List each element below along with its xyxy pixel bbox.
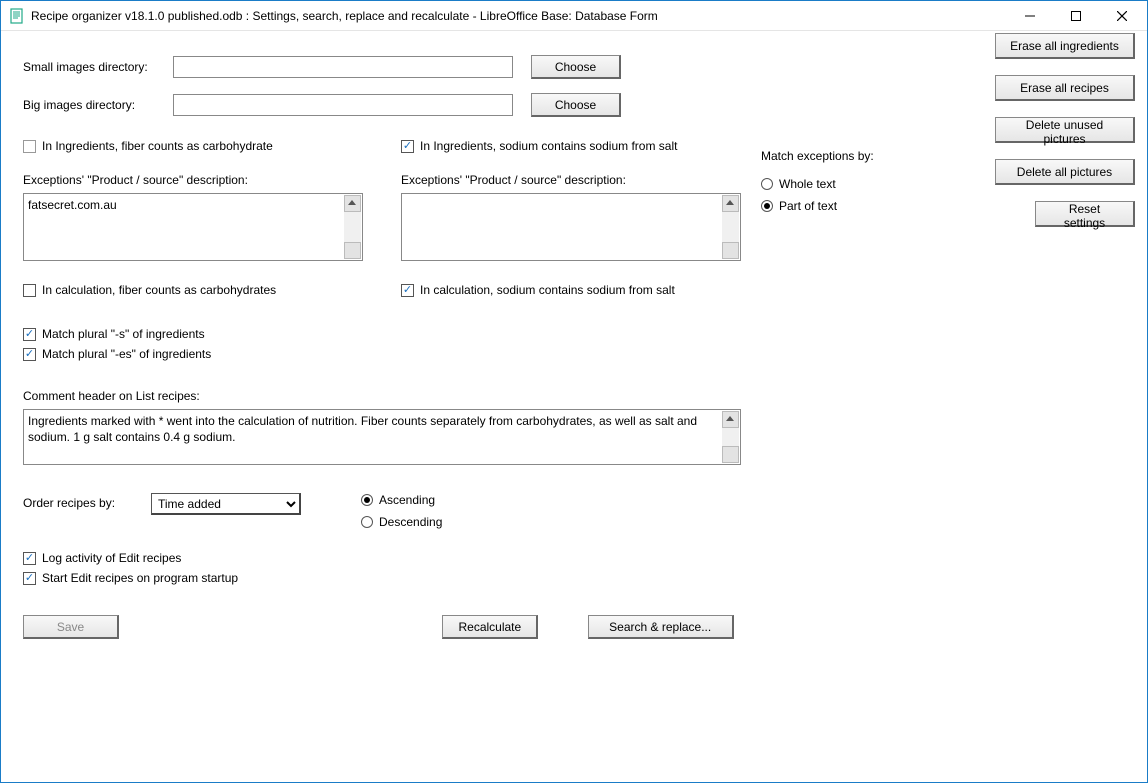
plural-es-checkbox[interactable]: ✓ Match plural "-es" of ingredients xyxy=(23,347,1125,361)
titlebar: Recipe organizer v18.1.0 published.odb :… xyxy=(1,1,1147,31)
fiber-calc-checkbox[interactable]: In calculation, fiber counts as carbohyd… xyxy=(23,283,401,297)
big-images-dir-input[interactable] xyxy=(173,94,513,116)
sodium-ingredients-label: In Ingredients, sodium contains sodium f… xyxy=(420,139,677,153)
close-button[interactable] xyxy=(1099,1,1145,31)
checkbox-icon: ✓ xyxy=(23,328,36,341)
maximize-button[interactable] xyxy=(1053,1,1099,31)
log-activity-checkbox[interactable]: ✓ Log activity of Edit recipes xyxy=(23,551,1125,565)
comment-header-text: Ingredients marked with * went into the … xyxy=(24,410,740,448)
order-by-select[interactable]: Time added xyxy=(151,493,301,515)
erase-recipes-button[interactable]: Erase all recipes xyxy=(995,75,1135,101)
exceptions-right-text xyxy=(402,194,740,200)
whole-text-radio[interactable]: Whole text xyxy=(761,177,874,191)
choose-big-button[interactable]: Choose xyxy=(531,93,621,117)
small-images-dir-input[interactable] xyxy=(173,56,513,78)
plural-s-checkbox[interactable]: ✓ Match plural "-s" of ingredients xyxy=(23,327,1125,341)
small-images-dir-label: Small images directory: xyxy=(23,60,173,74)
comment-header-textarea[interactable]: Ingredients marked with * went into the … xyxy=(23,409,741,465)
delete-all-pictures-button[interactable]: Delete all pictures xyxy=(995,159,1135,185)
window-title: Recipe organizer v18.1.0 published.odb :… xyxy=(31,9,658,23)
delete-unused-pictures-button[interactable]: Delete unused pictures xyxy=(995,117,1135,143)
search-replace-button[interactable]: Search & replace... xyxy=(588,615,734,639)
plural-s-label: Match plural "-s" of ingredients xyxy=(42,327,205,341)
part-of-text-radio[interactable]: Part of text xyxy=(761,199,874,213)
recalculate-button[interactable]: Recalculate xyxy=(442,615,538,639)
radio-icon xyxy=(761,200,773,212)
comment-header-label: Comment header on List recipes: xyxy=(23,389,200,403)
scrollbar[interactable] xyxy=(722,411,739,463)
log-activity-label: Log activity of Edit recipes xyxy=(42,551,181,565)
radio-icon xyxy=(761,178,773,190)
fiber-calc-label: In calculation, fiber counts as carbohyd… xyxy=(42,283,276,297)
descending-radio[interactable]: Descending xyxy=(361,515,442,529)
descending-label: Descending xyxy=(379,515,442,529)
save-button[interactable]: Save xyxy=(23,615,119,639)
sodium-calc-checkbox[interactable]: ✓ In calculation, sodium contains sodium… xyxy=(401,283,779,297)
whole-text-label: Whole text xyxy=(779,177,836,191)
exceptions-right-label: Exceptions' "Product / source" descripti… xyxy=(401,173,626,187)
scrollbar[interactable] xyxy=(344,195,361,259)
radio-icon xyxy=(361,516,373,528)
exceptions-left-textarea[interactable]: fatsecret.com.au xyxy=(23,193,363,261)
checkbox-icon: ✓ xyxy=(23,552,36,565)
big-images-dir-label: Big images directory: xyxy=(23,98,173,112)
choose-small-button[interactable]: Choose xyxy=(531,55,621,79)
reset-settings-button[interactable]: Reset settings xyxy=(1035,201,1135,227)
fiber-ingredients-label: In Ingredients, fiber counts as carbohyd… xyxy=(42,139,273,153)
ascending-label: Ascending xyxy=(379,493,435,507)
exceptions-left-label: Exceptions' "Product / source" descripti… xyxy=(23,173,248,187)
minimize-button[interactable] xyxy=(1007,1,1053,31)
fiber-ingredients-checkbox[interactable]: In Ingredients, fiber counts as carbohyd… xyxy=(23,139,401,153)
start-on-startup-checkbox[interactable]: ✓ Start Edit recipes on program startup xyxy=(23,571,1125,585)
match-exceptions-label: Match exceptions by: xyxy=(761,149,874,163)
checkbox-icon: ✓ xyxy=(23,572,36,585)
sodium-ingredients-checkbox[interactable]: ✓ In Ingredients, sodium contains sodium… xyxy=(401,139,779,153)
app-icon xyxy=(9,8,25,24)
sodium-calc-label: In calculation, sodium contains sodium f… xyxy=(420,283,675,297)
checkbox-icon xyxy=(23,284,36,297)
order-by-label: Order recipes by: xyxy=(23,493,151,510)
checkbox-icon xyxy=(23,140,36,153)
scrollbar[interactable] xyxy=(722,195,739,259)
exceptions-left-text: fatsecret.com.au xyxy=(24,194,362,216)
part-of-text-label: Part of text xyxy=(779,199,837,213)
checkbox-icon: ✓ xyxy=(23,348,36,361)
plural-es-label: Match plural "-es" of ingredients xyxy=(42,347,211,361)
radio-icon xyxy=(361,494,373,506)
exceptions-right-textarea[interactable] xyxy=(401,193,741,261)
checkbox-icon: ✓ xyxy=(401,140,414,153)
checkbox-icon: ✓ xyxy=(401,284,414,297)
erase-ingredients-button[interactable]: Erase all ingredients xyxy=(995,33,1135,59)
start-on-startup-label: Start Edit recipes on program startup xyxy=(42,571,238,585)
ascending-radio[interactable]: Ascending xyxy=(361,493,442,507)
